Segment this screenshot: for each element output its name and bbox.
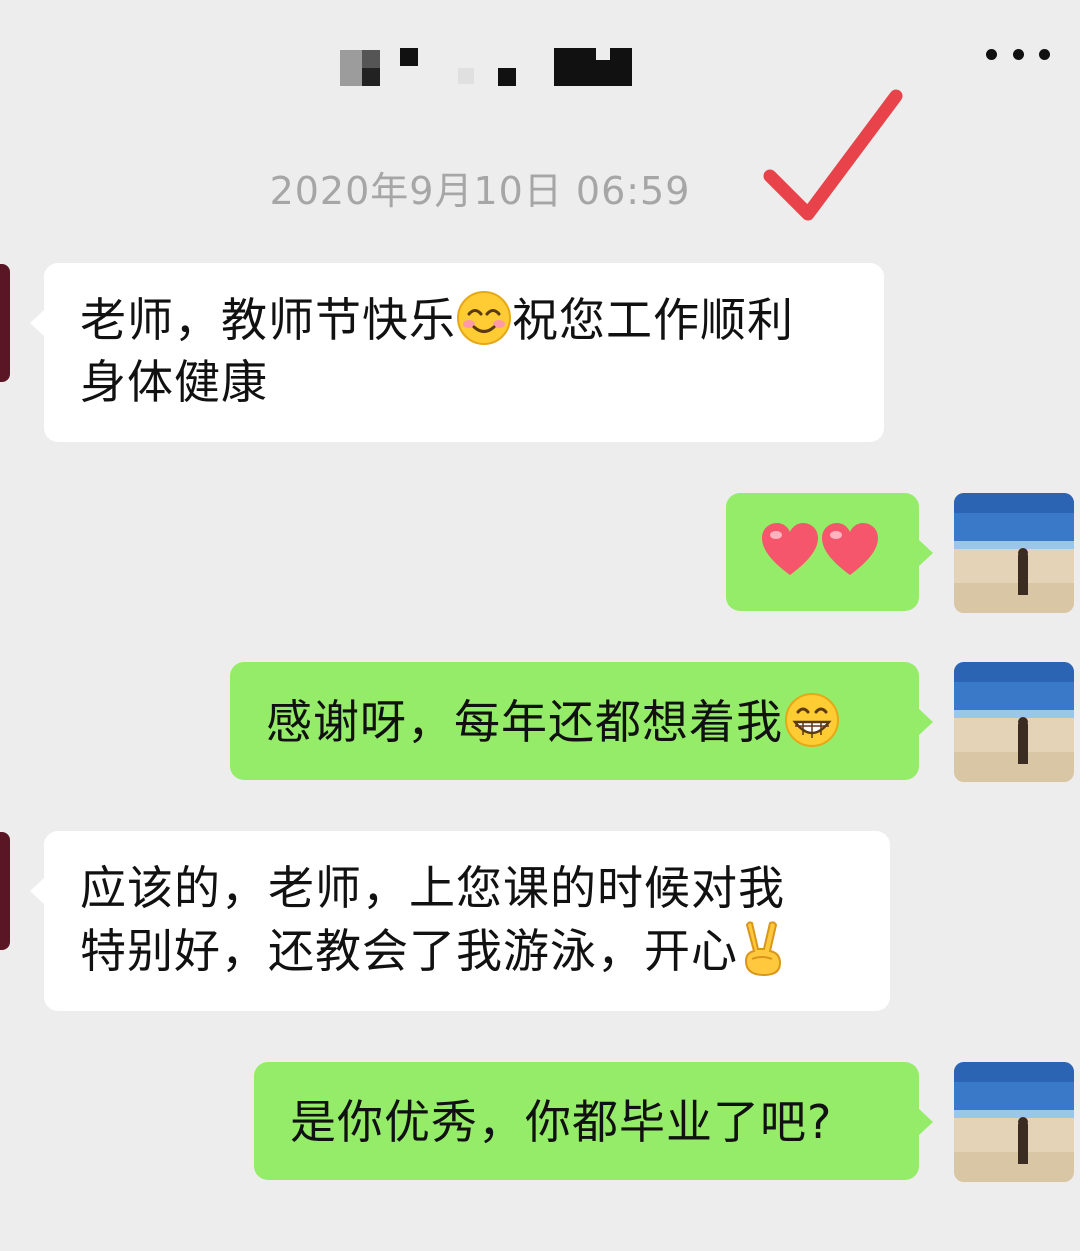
message-text: 是你优秀，你都毕业了吧? (290, 1095, 833, 1149)
heart-icon (762, 523, 818, 575)
message-bubble-sent[interactable]: 是你优秀，你都毕业了吧? (254, 1062, 933, 1180)
message-text: 祝您工作顺利 (512, 293, 794, 347)
smiling-face-icon (457, 291, 511, 345)
victory-hand-icon (744, 921, 782, 977)
contact-avatar[interactable] (0, 264, 10, 382)
more-options-button[interactable] (986, 34, 1050, 74)
message-bubble-sent[interactable] (726, 493, 933, 611)
my-avatar[interactable] (954, 662, 1074, 782)
my-avatar[interactable] (954, 493, 1074, 613)
my-avatar[interactable] (954, 1062, 1074, 1182)
red-checkmark-icon (763, 89, 903, 221)
message-text: 特别好，还教会了我游泳，开心 (80, 924, 738, 978)
more-dots-icon (986, 48, 997, 60)
chat-title-censored (330, 40, 650, 92)
message-bubble-received[interactable]: 老师，教师节快乐 祝您工作顺利 身体健康 (30, 263, 884, 442)
message-bubble-received[interactable]: 应该的，老师，上您课的时候对我 特别好，还教会了我游泳，开心 (30, 831, 890, 1011)
contact-avatar[interactable] (0, 832, 10, 950)
message-text: 老师，教师节快乐 (80, 293, 456, 347)
message-bubble-sent[interactable]: 感谢呀，每年还都想着我 (230, 662, 933, 780)
message-text: 身体健康 (80, 355, 268, 409)
message-text: 感谢呀，每年还都想着我 (266, 695, 783, 749)
heart-icon (822, 523, 878, 575)
message-text: 应该的，老师，上您课的时候对我 (80, 861, 785, 915)
grinning-face-icon (785, 693, 839, 747)
